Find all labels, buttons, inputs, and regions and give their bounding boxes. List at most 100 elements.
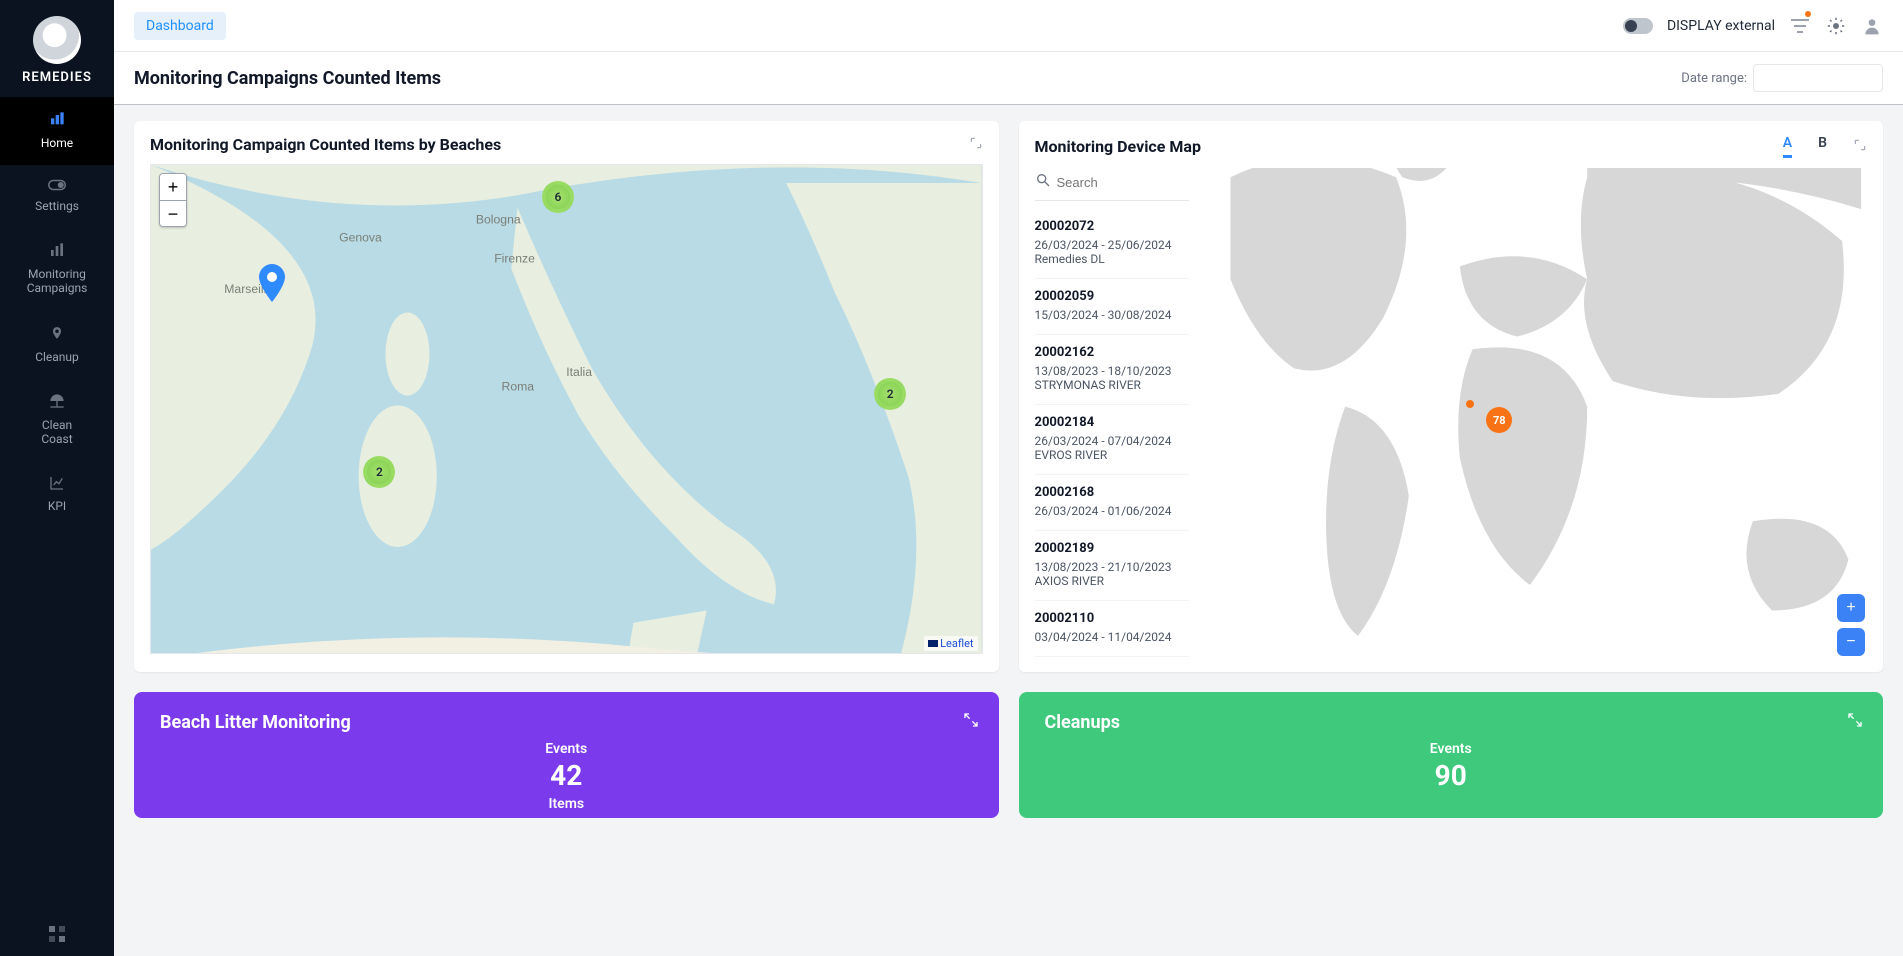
events-label: Events	[545, 741, 587, 757]
map-pin-marker[interactable]	[259, 264, 285, 302]
device-map-tabs: A B	[1783, 135, 1827, 158]
map-cluster-marker[interactable]: 6	[542, 181, 574, 213]
device-id: 20002059	[1035, 289, 1189, 304]
sidebar-item-label: KPI	[48, 500, 66, 514]
map-cluster-marker[interactable]: 2	[874, 378, 906, 410]
topbar: Dashboard DISPLAY external	[114, 0, 1903, 52]
svg-text:Bologna: Bologna	[476, 212, 521, 226]
device-id: 20002072	[1035, 219, 1189, 234]
card-beach-litter: Beach Litter Monitoring Events 42 Items	[134, 692, 999, 818]
device-list-item[interactable]: 20002072 26/03/2024 - 25/06/2024Remedies …	[1035, 209, 1189, 279]
events-value: 42	[550, 759, 582, 792]
theme-icon[interactable]	[1825, 15, 1847, 37]
card-map-beaches: Monitoring Campaign Counted Items by Bea…	[134, 121, 999, 672]
items-label: Items	[548, 796, 584, 812]
zoom-out-button[interactable]: −	[160, 200, 186, 226]
world-marker-cluster[interactable]: 78	[1486, 407, 1512, 433]
sidebar-item-label: Cleanup	[35, 351, 79, 365]
svg-text:Firenze: Firenze	[494, 251, 535, 265]
events-label: Events	[1430, 741, 1472, 757]
zoom-in-button[interactable]: +	[160, 174, 186, 200]
tab-dashboard[interactable]: Dashboard	[134, 12, 226, 40]
sidebar: REMEDIES Home Settings MonitoringCampaigns…	[0, 0, 114, 956]
bars-icon	[49, 242, 65, 262]
device-label: EVROS RIVER	[1035, 448, 1189, 462]
device-id: 20002162	[1035, 345, 1189, 360]
grid-icon[interactable]	[39, 916, 75, 956]
tab-b[interactable]: B	[1818, 135, 1827, 158]
device-list[interactable]: 20002072 26/03/2024 - 25/06/2024Remedies …	[1035, 168, 1195, 658]
toggle-icon	[48, 179, 66, 195]
filter-icon[interactable]	[1789, 15, 1811, 37]
expand-icon[interactable]	[1853, 137, 1867, 156]
sidebar-item-home[interactable]: Home	[0, 97, 114, 165]
stat-title-cleanups: Cleanups	[1045, 712, 1858, 733]
home-icon	[48, 111, 66, 131]
sidebar-item-clean-coast[interactable]: CleanCoast	[0, 379, 114, 460]
device-date-range: 13/08/2023 - 21/10/2023	[1035, 560, 1189, 574]
leaflet-attribution[interactable]: Leaflet	[924, 636, 977, 651]
device-list-item[interactable]: 20002110 03/04/2024 - 11/04/2024	[1035, 601, 1189, 657]
device-date-range: 13/08/2023 - 18/10/2023	[1035, 364, 1189, 378]
device-search-input[interactable]	[1057, 175, 1195, 190]
device-id: 20002184	[1035, 415, 1189, 430]
expand-icon[interactable]	[963, 712, 979, 732]
map-tiles: Marseille Genova Roma Italia Zagreb Pale…	[151, 165, 982, 653]
main-area: Dashboard DISPLAY external Monitoring Ca…	[114, 0, 1903, 956]
sidebar-item-label: Home	[41, 137, 73, 151]
world-map[interactable]: 78 + −	[1205, 168, 1868, 658]
sidebar-item-label: CleanCoast	[41, 419, 72, 447]
world-zoom-in-button[interactable]: +	[1837, 594, 1865, 622]
map-cluster-marker[interactable]: 2	[363, 456, 395, 488]
device-date-range: 26/03/2024 - 25/06/2024	[1035, 238, 1189, 252]
device-list-item[interactable]: 20002165	[1035, 657, 1189, 658]
sidebar-item-kpi[interactable]: KPI	[0, 461, 114, 529]
device-date-range: 03/04/2024 - 11/04/2024	[1035, 630, 1189, 644]
leaflet-map[interactable]: Marseille Genova Roma Italia Zagreb Pale…	[150, 164, 983, 654]
device-label: AXIOS RIVER	[1035, 574, 1189, 588]
device-list-item[interactable]: 2000216826/03/2024 - 01/06/2024	[1035, 475, 1189, 531]
expand-icon[interactable]	[1847, 712, 1863, 732]
stat-title-beach: Beach Litter Monitoring	[160, 712, 973, 733]
device-date-range: 26/03/2024 - 07/04/2024	[1035, 434, 1189, 448]
svg-text:Genova: Genova	[339, 231, 382, 245]
map-zoom-controls: + −	[159, 173, 187, 227]
card-title-device-map: Monitoring Device Map	[1035, 137, 1201, 156]
device-id: 20002168	[1035, 485, 1189, 500]
date-range-input[interactable]	[1753, 64, 1883, 92]
sidebar-item-label: Settings	[35, 200, 79, 214]
sidebar-item-monitoring-campaigns[interactable]: MonitoringCampaigns	[0, 228, 114, 309]
date-range-label: Date range:	[1681, 71, 1747, 86]
content: Monitoring Campaign Counted Items by Bea…	[114, 105, 1903, 956]
device-list-item[interactable]: 20002162 13/08/2023 - 18/10/2023STRYMONAS…	[1035, 335, 1189, 405]
svg-text:Roma: Roma	[502, 380, 535, 394]
device-label: Remedies DL	[1035, 252, 1189, 266]
page-title: Monitoring Campaigns Counted Items	[134, 68, 441, 89]
device-list-item[interactable]: 20002059 15/03/2024 - 30/08/2024	[1035, 279, 1189, 335]
world-zoom-out-button[interactable]: −	[1837, 628, 1865, 656]
user-icon[interactable]	[1861, 15, 1883, 37]
device-list-item[interactable]: 20002189 13/08/2023 - 21/10/2023AXIOS RIV…	[1035, 531, 1189, 601]
card-device-map: Monitoring Device Map A B	[1019, 121, 1884, 672]
display-label: DISPLAY external	[1667, 18, 1775, 34]
world-marker-dot[interactable]	[1466, 400, 1474, 408]
device-date-range: 15/03/2024 - 30/08/2024	[1035, 308, 1189, 322]
pin-icon	[50, 324, 64, 346]
card-title-beaches: Monitoring Campaign Counted Items by Bea…	[150, 135, 501, 154]
device-id: 20002189	[1035, 541, 1189, 556]
tab-a[interactable]: A	[1783, 135, 1792, 158]
sidebar-item-settings[interactable]: Settings	[0, 165, 114, 229]
sidebar-item-cleanup[interactable]: Cleanup	[0, 310, 114, 380]
brand-logo: REMEDIES	[0, 0, 114, 97]
events-value: 90	[1435, 759, 1467, 792]
device-list-item[interactable]: 20002184 26/03/2024 - 07/04/2024EVROS RIV…	[1035, 405, 1189, 475]
svg-text:Italia: Italia	[566, 365, 592, 379]
nav: Home Settings MonitoringCampaigns Cleanup Cl…	[0, 97, 114, 528]
display-toggle[interactable]	[1623, 18, 1653, 34]
device-label: STRYMONAS RIVER	[1035, 378, 1189, 392]
expand-icon[interactable]	[969, 135, 983, 154]
sidebar-item-label: MonitoringCampaigns	[27, 268, 88, 296]
logo-icon	[33, 16, 81, 64]
device-id: 20002110	[1035, 611, 1189, 626]
brand-name: REMEDIES	[6, 70, 108, 85]
